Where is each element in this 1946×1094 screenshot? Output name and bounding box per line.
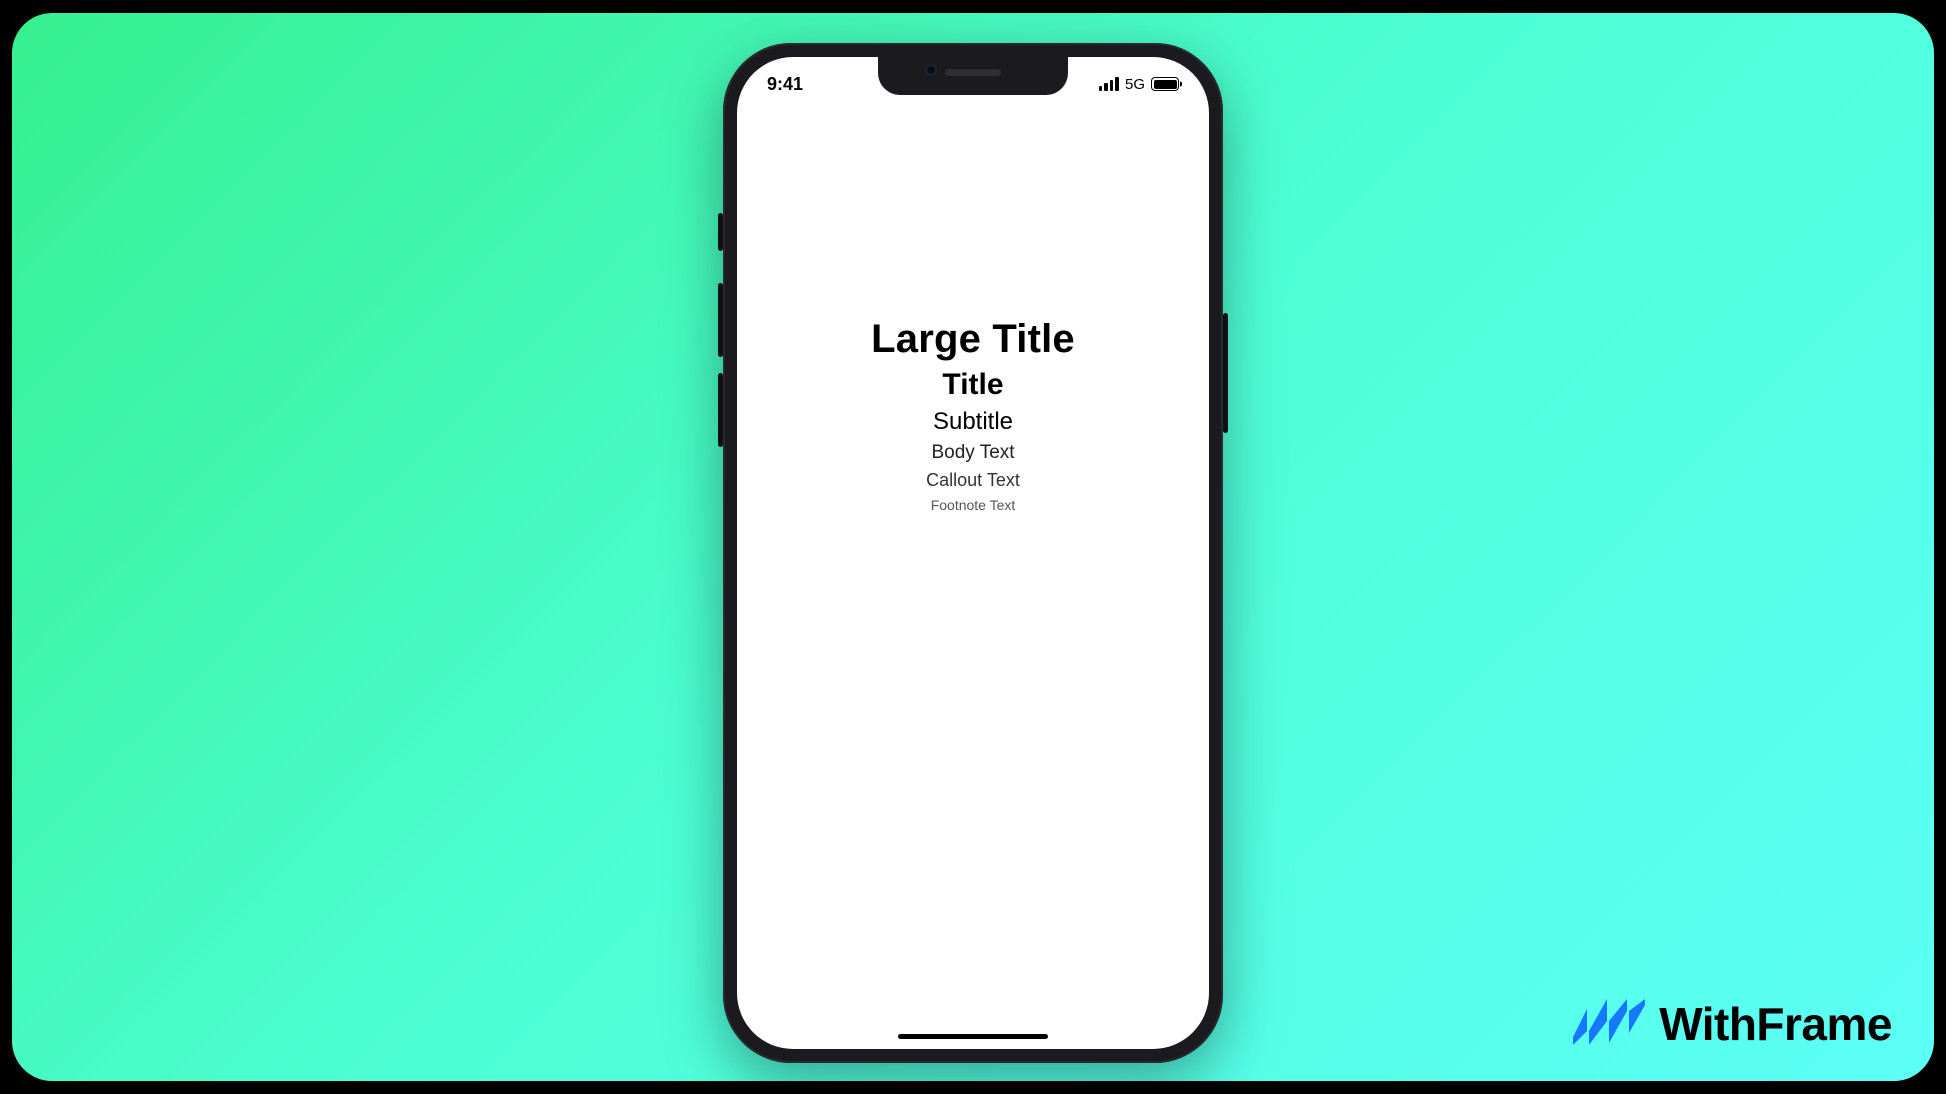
title-text: Title: [942, 368, 1003, 402]
cellular-signal-icon: [1099, 77, 1119, 91]
gradient-card: 9:41 5G Large Title Title: [12, 13, 1934, 1081]
power-button: [1223, 313, 1228, 433]
mute-switch: [718, 213, 723, 251]
brand-watermark: WithFrame: [1573, 997, 1892, 1051]
typography-sample: Large Title Title Subtitle Body Text Cal…: [737, 317, 1209, 513]
iphone-frame: 9:41 5G Large Title Title: [723, 43, 1223, 1063]
battery-icon: [1151, 77, 1179, 91]
large-title-text: Large Title: [871, 317, 1075, 362]
brand-name: WithFrame: [1659, 997, 1892, 1051]
phone-screen: 9:41 5G Large Title Title: [737, 57, 1209, 1049]
volume-up-button: [718, 283, 723, 357]
footnote-text: Footnote Text: [931, 497, 1016, 513]
status-time: 9:41: [767, 74, 803, 95]
brand-logo-icon: [1573, 999, 1645, 1049]
subtitle-text: Subtitle: [933, 408, 1013, 436]
volume-down-button: [718, 373, 723, 447]
callout-text: Callout Text: [926, 470, 1020, 491]
status-bar: 9:41 5G: [737, 57, 1209, 111]
home-indicator: [898, 1034, 1048, 1039]
network-type: 5G: [1125, 76, 1145, 93]
body-text: Body Text: [931, 442, 1014, 464]
